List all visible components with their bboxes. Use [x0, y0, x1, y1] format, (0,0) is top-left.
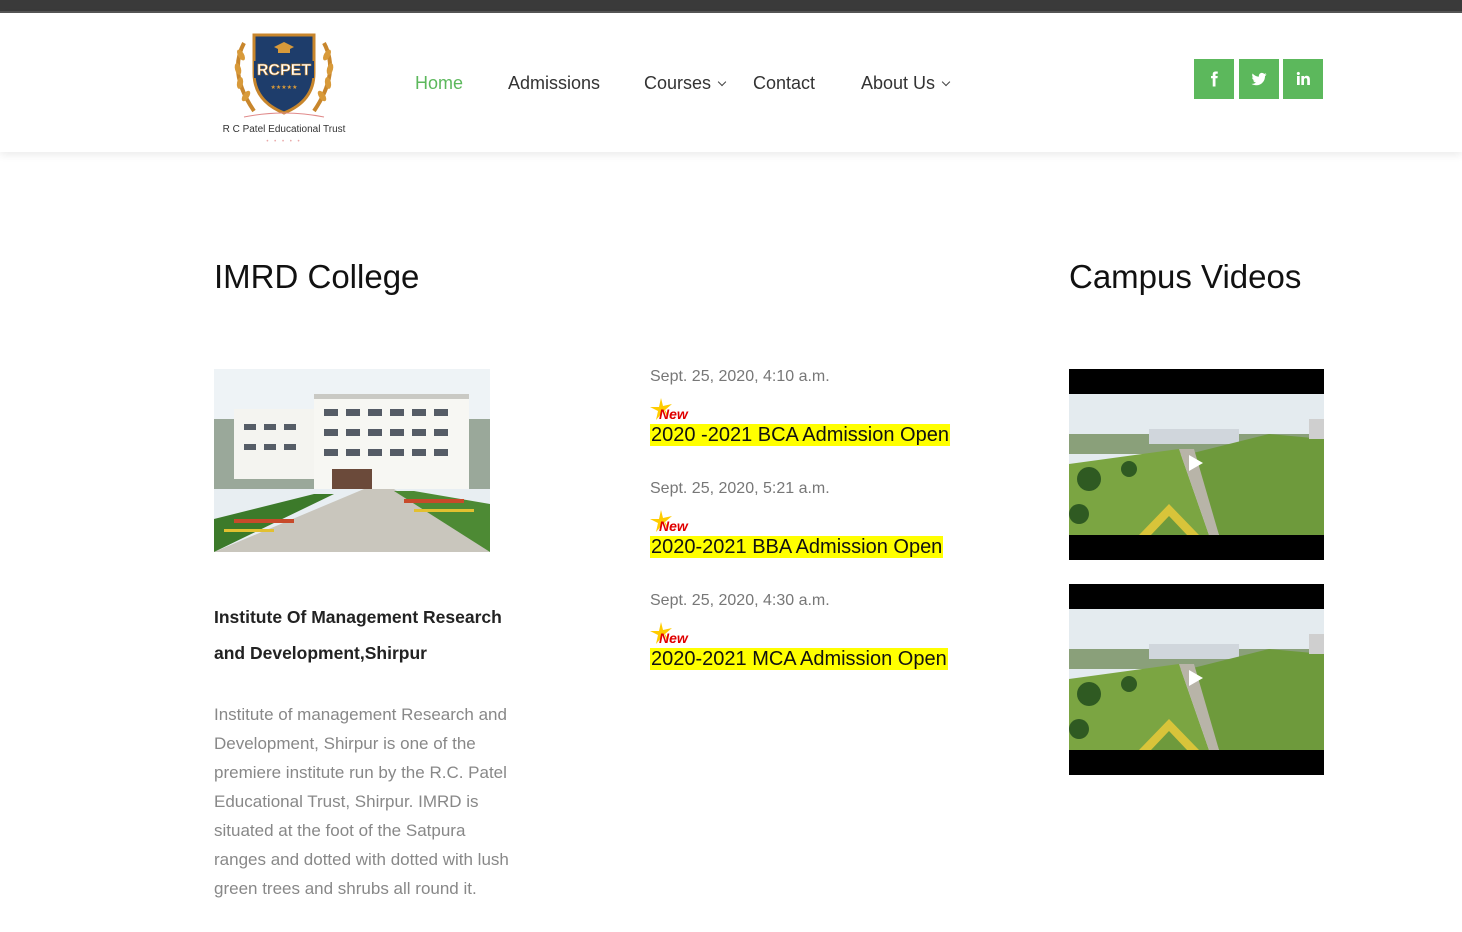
chevron-down-icon — [941, 77, 951, 87]
play-icon — [1189, 455, 1203, 471]
college-heading: IMRD College — [214, 258, 420, 295]
news-date: Sept. 25, 2020, 5:21 a.m. — [650, 480, 830, 497]
play-icon — [1189, 670, 1203, 686]
linkedin-button[interactable] — [1283, 59, 1323, 99]
college-description: Institute of management Research and Dev… — [214, 705, 509, 898]
rcpet-shield-icon: RCPET ★★★★★ — [234, 33, 334, 118]
browser-top-bar — [0, 0, 1462, 13]
logo-decor-dots: • • • • • — [266, 139, 302, 145]
news-date: Sept. 25, 2020, 4:30 a.m. — [650, 592, 830, 609]
rcpet-logo[interactable]: RCPET ★★★★★ R C Patel Educational Trust … — [214, 23, 354, 145]
campus-video-player[interactable] — [1069, 369, 1324, 560]
campus-video-player[interactable] — [1069, 584, 1324, 775]
facebook-button[interactable] — [1194, 59, 1234, 99]
college-full-name: Institute Of Management Research and Dev… — [214, 607, 502, 663]
chevron-down-icon — [717, 77, 727, 87]
news-title-link[interactable]: 2020-2021 BBA Admission Open — [650, 536, 944, 558]
nav-courses-label: Courses — [644, 73, 712, 93]
nav-admissions[interactable]: Admissions — [508, 73, 600, 94]
site-header: RCPET ★★★★★ R C Patel Educational Trust … — [0, 13, 1462, 152]
new-badge-label: New — [659, 630, 688, 646]
news-title-link[interactable]: 2020-2021 MCA Admission Open — [650, 648, 948, 670]
facebook-icon — [1211, 71, 1218, 87]
new-badge: New — [650, 510, 690, 536]
nav-about-us[interactable]: About Us — [861, 73, 951, 94]
news-title-link[interactable]: 2020 -2021 BCA Admission Open — [650, 424, 950, 446]
new-badge: New — [650, 622, 690, 648]
news-item: Sept. 25, 2020, 4:10 a.m. New 2020 -2021… — [650, 368, 1010, 446]
linkedin-icon — [1296, 71, 1310, 85]
svg-text:★★★★★: ★★★★★ — [271, 84, 298, 91]
twitter-button[interactable] — [1239, 59, 1279, 99]
new-badge-label: New — [659, 518, 688, 534]
new-badge-label: New — [659, 406, 688, 422]
svg-text:RCPET: RCPET — [257, 62, 311, 79]
nav-about-us-label: About Us — [861, 73, 936, 93]
nav-home[interactable]: Home — [415, 73, 463, 94]
news-item: Sept. 25, 2020, 5:21 a.m. New 2020-2021 … — [650, 480, 1010, 558]
campus-videos-heading: Campus Videos — [1069, 258, 1302, 295]
nav-contact[interactable]: Contact — [753, 73, 815, 94]
logo-tagline: R C Patel Educational Trust — [222, 124, 346, 135]
news-date: Sept. 25, 2020, 4:10 a.m. — [650, 368, 830, 385]
college-building-photo — [214, 369, 490, 552]
news-item: Sept. 25, 2020, 4:30 a.m. New 2020-2021 … — [650, 592, 1010, 670]
nav-courses[interactable]: Courses — [644, 73, 727, 94]
new-badge: New — [650, 398, 690, 424]
twitter-icon — [1251, 72, 1267, 86]
